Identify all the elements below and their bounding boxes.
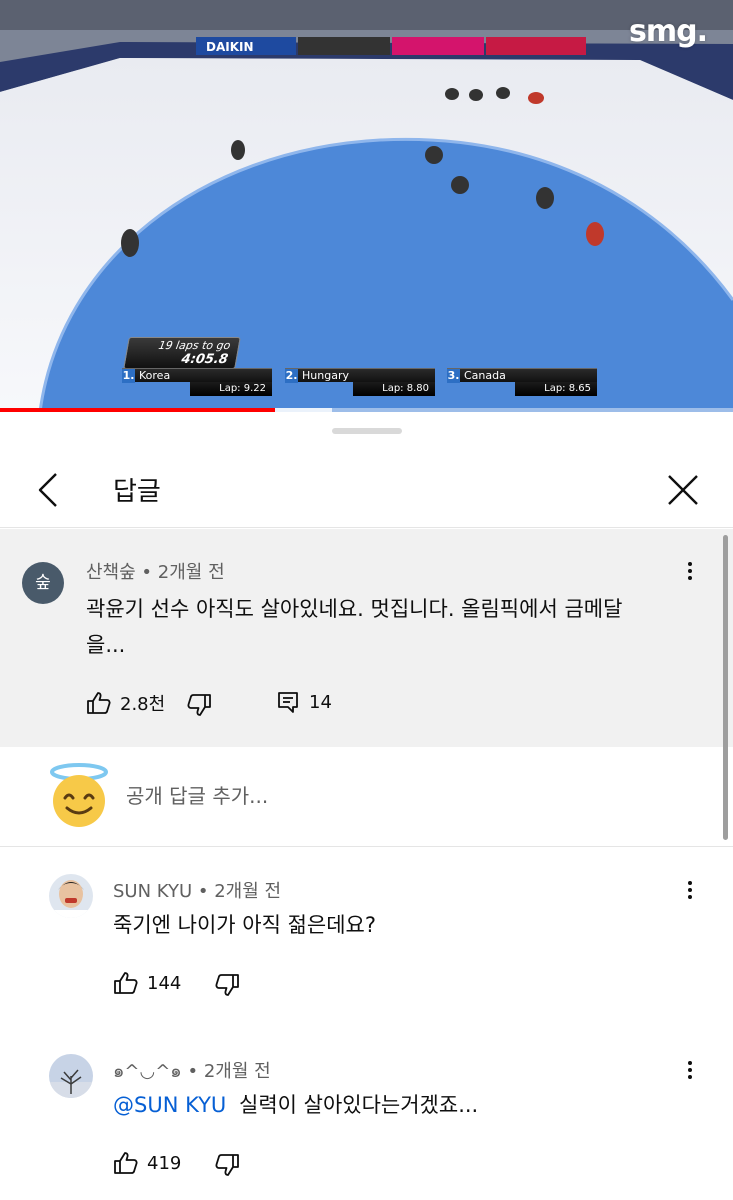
comment-text-line: 곽윤기 선수 아직도 살아있네요. 멋집니다. 올림픽에서 금메달 <box>86 597 623 621</box>
chevron-left-icon <box>38 473 57 507</box>
more-options-button[interactable] <box>678 878 702 906</box>
like-button[interactable]: 419 <box>113 1150 181 1176</box>
comment-text: 곽윤기 선수 아직도 살아있네요. 멋집니다. 올림픽에서 금메달 을... <box>86 591 622 663</box>
mention-link[interactable]: @SUN KYU <box>113 1093 226 1117</box>
close-icon <box>668 475 698 505</box>
thumbs-up-icon <box>114 1152 138 1174</box>
standing-rank: 2. <box>285 368 298 383</box>
smiling-face-with-halo-icon <box>50 763 108 827</box>
race-time: 4:05.8 <box>180 352 230 367</box>
thumbs-up-icon <box>87 692 111 714</box>
comment-time: 2개월 전 <box>203 1061 271 1082</box>
more-vert-icon <box>688 1061 692 1065</box>
standing-3: 3. Canada Lap: 8.65 <box>447 368 597 396</box>
standing-1: 1. Korea Lap: 9.22 <box>122 368 272 396</box>
thumbs-down-icon <box>187 694 211 716</box>
comment-time: 2개월 전 <box>157 562 225 583</box>
reply-item: SUN KYU • 2개월 전 죽기엔 나이가 아직 젊은데요? 144 <box>0 848 733 1028</box>
comment-time: 2개월 전 <box>214 881 282 902</box>
video-player[interactable]: DAIKIN smg. 19 laps to go 4:05.8 1. Korea… <box>0 0 733 412</box>
like-button[interactable]: 144 <box>113 970 181 996</box>
like-button[interactable]: 2.8천 <box>86 690 165 716</box>
standing-lap: Lap: 8.80 <box>353 382 435 396</box>
standing-rank: 1. <box>122 368 135 383</box>
video-frame: DAIKIN <box>0 0 733 412</box>
channel-watermark: smg. <box>629 14 708 49</box>
replies-sheet: 답글 숲 산책숲 • 2개월 전 곽윤기 선수 아직도 살아있네요. 멋집니다.… <box>0 412 733 1200</box>
standing-team: Korea <box>139 368 171 382</box>
back-button[interactable] <box>28 468 72 512</box>
standing-lap: Lap: 8.65 <box>515 382 597 396</box>
dislike-button[interactable] <box>214 972 240 998</box>
like-count: 144 <box>147 972 182 994</box>
comment-author[interactable]: SUN KYU <box>113 881 192 902</box>
comment-meta: SUN KYU • 2개월 전 <box>113 877 281 903</box>
comment-meta: 산책숲 • 2개월 전 <box>86 558 225 584</box>
like-count: 2.8천 <box>120 694 166 715</box>
reply-count: 14 <box>309 691 332 713</box>
comment-author[interactable]: 산책숲 <box>86 562 136 583</box>
standing-rank: 3. <box>447 368 460 383</box>
standing-2: 2. Hungary Lap: 8.80 <box>285 368 435 396</box>
sheet-title: 답글 <box>113 477 161 507</box>
laps-to-go-label: 19 laps to go <box>157 339 232 352</box>
scrollbar[interactable] <box>723 535 728 840</box>
avatar[interactable] <box>49 1054 93 1098</box>
sheet-header: 답글 <box>0 452 733 528</box>
laps-remaining-panel: 19 laps to go 4:05.8 <box>123 337 241 369</box>
thumbs-up-icon <box>114 972 138 994</box>
standing-team: Canada <box>464 368 506 382</box>
drag-handle[interactable] <box>332 428 402 434</box>
comment-text: 죽기엔 나이가 아직 젊은데요? <box>113 913 377 937</box>
comment-body: 실력이 살아있다는거겠죠... <box>239 1093 479 1117</box>
meta-separator: • <box>197 881 209 902</box>
more-vert-icon <box>688 881 692 885</box>
more-options-button[interactable] <box>678 559 702 587</box>
replies-button[interactable]: 14 <box>276 690 332 714</box>
avatar[interactable]: 숲 <box>22 562 64 604</box>
parent-comment: 숲 산책숲 • 2개월 전 곽윤기 선수 아직도 살아있네요. 멋집니다. 올림… <box>0 529 733 747</box>
comment-icon <box>278 692 298 713</box>
comment-meta: ๑^◡^๑ • 2개월 전 <box>113 1056 271 1085</box>
more-options-button[interactable] <box>678 1058 702 1086</box>
close-button[interactable] <box>661 468 705 512</box>
comment-text: @SUN KYU 실력이 살아있다는거겠죠... <box>113 1087 478 1123</box>
like-count: 419 <box>147 1152 182 1174</box>
dislike-button[interactable] <box>186 692 212 718</box>
standing-team: Hungary <box>302 368 349 382</box>
add-reply-row <box>0 747 733 847</box>
reply-input[interactable] <box>126 780 686 812</box>
thumbs-down-icon <box>215 1154 239 1176</box>
avatar[interactable] <box>49 874 93 918</box>
profile-photo <box>49 1054 93 1098</box>
reply-item: ๑^◡^๑ • 2개월 전 @SUN KYU 실력이 살아있다는거겠죠... 4… <box>0 1028 733 1200</box>
comment-text-line: 을... <box>86 633 126 657</box>
more-vert-icon <box>688 562 692 566</box>
meta-separator: • <box>187 1061 199 1082</box>
dislike-button[interactable] <box>214 1152 240 1178</box>
thumbs-down-icon <box>215 974 239 996</box>
board-daikin: DAIKIN <box>206 40 254 54</box>
standing-lap: Lap: 9.22 <box>190 382 272 396</box>
profile-photo <box>49 874 93 918</box>
comment-author[interactable]: ๑^◡^๑ <box>113 1061 182 1082</box>
meta-separator: • <box>141 562 153 583</box>
